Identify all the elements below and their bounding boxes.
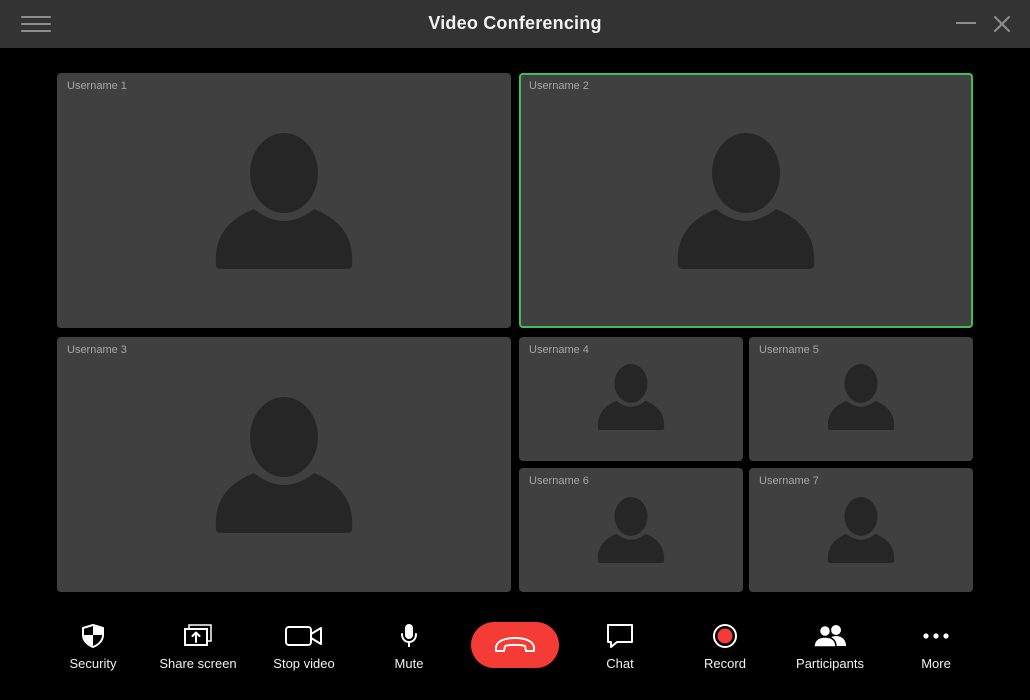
participant-tile-4[interactable]: Username 4 xyxy=(519,337,743,461)
security-label: Security xyxy=(69,656,117,671)
more-button[interactable]: More xyxy=(886,622,986,678)
more-label: More xyxy=(921,656,951,671)
participant-username: Username 6 xyxy=(529,475,589,487)
close-icon[interactable] xyxy=(992,14,1012,34)
mute-button[interactable]: Mute xyxy=(359,622,459,678)
more-dots-icon xyxy=(923,633,949,639)
record-icon xyxy=(713,624,737,648)
video-camera-icon xyxy=(285,626,322,646)
security-button[interactable]: Security xyxy=(43,622,143,678)
participants-label: Participants xyxy=(796,656,864,671)
share-screen-button[interactable]: Share screen xyxy=(148,622,248,678)
share-screen-label: Share screen xyxy=(159,656,237,671)
participant-tile-3[interactable]: Username 3 xyxy=(57,337,511,592)
chat-label: Chat xyxy=(606,656,634,671)
mute-label: Mute xyxy=(394,656,424,671)
user-avatar-icon xyxy=(827,364,895,431)
participant-tile-7[interactable]: Username 7 xyxy=(749,468,973,592)
microphone-icon xyxy=(401,624,417,647)
user-avatar-icon xyxy=(215,133,353,269)
participants-icon xyxy=(813,624,846,648)
chat-button[interactable]: Chat xyxy=(570,622,670,678)
record-button[interactable]: Record xyxy=(675,622,775,678)
call-toolbar: Security Share screen Stop video Mute Ch… xyxy=(0,610,1030,700)
title-bar: Video Conferencing xyxy=(0,0,1030,48)
user-avatar-icon xyxy=(597,364,665,431)
user-avatar-icon xyxy=(597,497,665,564)
shield-icon xyxy=(82,624,104,648)
participant-tile-2[interactable]: Username 2 xyxy=(519,73,973,328)
participant-username: Username 3 xyxy=(67,344,127,356)
minimize-icon[interactable] xyxy=(956,22,976,24)
stop-video-button[interactable]: Stop video xyxy=(254,622,354,678)
user-avatar-icon xyxy=(215,397,353,533)
user-avatar-icon xyxy=(827,497,895,564)
end-call-button[interactable] xyxy=(471,622,559,668)
window-title: Video Conferencing xyxy=(428,13,602,33)
participant-tile-6[interactable]: Username 6 xyxy=(519,468,743,592)
participant-username: Username 7 xyxy=(759,475,819,487)
participants-button[interactable]: Participants xyxy=(780,622,880,678)
participant-username: Username 5 xyxy=(759,344,819,356)
participant-tile-1[interactable]: Username 1 xyxy=(57,73,511,328)
participant-username: Username 4 xyxy=(529,344,589,356)
record-label: Record xyxy=(704,656,746,671)
participant-username: Username 2 xyxy=(529,80,589,92)
chat-bubble-icon xyxy=(607,624,633,648)
stop-video-label: Stop video xyxy=(273,656,335,671)
participant-tile-5[interactable]: Username 5 xyxy=(749,337,973,461)
participant-username: Username 1 xyxy=(67,80,127,92)
share-screen-icon xyxy=(184,624,212,646)
user-avatar-icon xyxy=(677,133,815,269)
hang-up-phone-icon xyxy=(495,637,535,652)
